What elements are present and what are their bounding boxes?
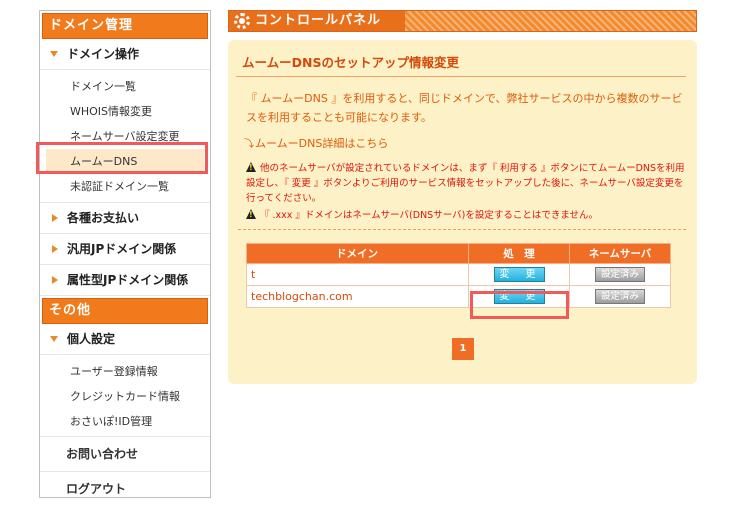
sidebar-category-label: 属性型JPドメイン関係 [67,273,189,287]
warning-text: 『 .xxx 』ドメインはネームサーバ(DNSサーバ)を設定することはできません… [260,210,599,221]
sidebar-subitems-personal: ユーザー登録情報 クレジットカード情報 おさいぽ!ID管理 [40,355,210,437]
domain-cell: t [246,263,469,286]
link-text: ムームーDNS詳細はこちら [255,137,389,150]
column-header-domain: ドメイン [246,243,469,264]
sidebar-category-personal[interactable]: 個人設定 [40,324,210,355]
sidebar-item-domain-list[interactable]: ドメイン一覧 [40,74,210,99]
column-header-process: 処 理 [468,243,570,264]
warning-icon [246,209,257,220]
domain-table: ドメイン 処 理 ネームサーバ t 変 更 設定済み techblogchan.… [246,243,671,308]
control-panel-title: コントロールパネル [229,11,405,31]
change-button[interactable]: 変 更 [493,289,545,304]
configured-badge: 設定済み [595,289,645,304]
arrow-icon: ⤵ [244,139,254,150]
sidebar-category-label: ドメイン操作 [67,47,140,61]
sidebar-item-nameserver-change[interactable]: ネームサーバ設定変更 [40,124,210,149]
warning-icon [246,162,257,173]
nameserver-cell: 設定済み [569,285,671,308]
change-button[interactable]: 変 更 [493,267,545,282]
page-root: ドメイン管理 ドメイン操作 ドメイン一覧 WHOIS情報変更 ネームサーバ設定変… [0,0,735,506]
sidebar-item-osaipo-id[interactable]: おさいぽ!ID管理 [40,409,210,434]
warning-xxx: 『 .xxx 』ドメインはネームサーバ(DNSサーバ)を設定することはできません… [246,208,691,223]
sidebar-category-generic-jp[interactable]: 汎用JPドメイン関係 [40,234,210,265]
muumuu-dns-details-link[interactable]: ⤵ムームーDNS詳細はこちら [244,135,388,151]
sidebar-item-muumuu-dns[interactable]: ムームーDNS [46,149,204,174]
table-row: techblogchan.com 変 更 設定済み [246,285,671,308]
table-header-row: ドメイン 処 理 ネームサーバ [246,243,671,264]
sidebar-category-attribute-jp[interactable]: 属性型JPドメイン関係 [40,265,210,296]
domain-cell: techblogchan.com [246,285,469,308]
divider [236,76,686,77]
sidebar: ドメイン管理 ドメイン操作 ドメイン一覧 WHOIS情報変更 ネームサーバ設定変… [39,10,211,498]
pagination-current-page[interactable]: 1 [452,338,474,360]
sidebar-section-domain-management: ドメイン管理 [42,13,208,39]
gear-icon [234,13,250,29]
intro-text: 『 ムームーDNS 』を利用すると、同じドメインで、弊社サービスの中から複数のサ… [246,92,683,124]
column-header-nameserver: ネームサーバ [569,243,671,264]
process-cell: 変 更 [468,263,570,286]
sidebar-item-whois-change[interactable]: WHOIS情報変更 [40,99,210,124]
process-cell: 変 更 [468,285,570,308]
triangle-right-icon [52,245,58,253]
configured-badge: 設定済み [595,267,645,282]
sidebar-category-label: 汎用JPドメイン関係 [67,242,177,256]
control-panel-title-text: コントロールパネル [255,13,382,28]
warning-text: 他のネームサーバが設定されているドメインは、まず『 利用する 』ボタンにてムーム… [246,163,685,204]
panel-title: ムームーDNSのセットアップ情報変更 [242,55,459,70]
main-panel: ムームーDNSのセットアップ情報変更 『 ムームーDNS 』を利用すると、同じド… [228,40,697,384]
triangle-right-icon [52,214,58,222]
warning-nameserver: 他のネームサーバが設定されているドメインは、まず『 利用する 』ボタンにてムーム… [246,161,691,206]
sidebar-item-logout[interactable]: ログアウト [40,472,210,506]
sidebar-category-label: 個人設定 [67,332,116,346]
sidebar-category-domain-ops[interactable]: ドメイン操作 [40,39,210,70]
sidebar-subitems-domain-ops: ドメイン一覧 WHOIS情報変更 ネームサーバ設定変更 ムームーDNS 未認証ド… [40,70,210,203]
sidebar-item-contact[interactable]: お問い合わせ [40,437,210,472]
triangle-down-icon [50,336,58,342]
sidebar-item-credit-card[interactable]: クレジットカード情報 [40,384,210,409]
sidebar-item-user-info[interactable]: ユーザー登録情報 [40,359,210,384]
sidebar-section-other: その他 [42,298,208,324]
triangle-down-icon [50,51,58,57]
sidebar-category-payments[interactable]: 各種お支払い [40,203,210,234]
control-panel-header: コントロールパネル [228,10,697,32]
sidebar-item-unverified-domains[interactable]: 未認証ドメイン一覧 [40,174,210,199]
triangle-right-icon [52,276,58,284]
dashed-divider [238,229,686,230]
table-row: t 変 更 設定済み [246,263,671,286]
nameserver-cell: 設定済み [569,263,671,286]
sidebar-category-label: 各種お支払い [67,211,140,225]
